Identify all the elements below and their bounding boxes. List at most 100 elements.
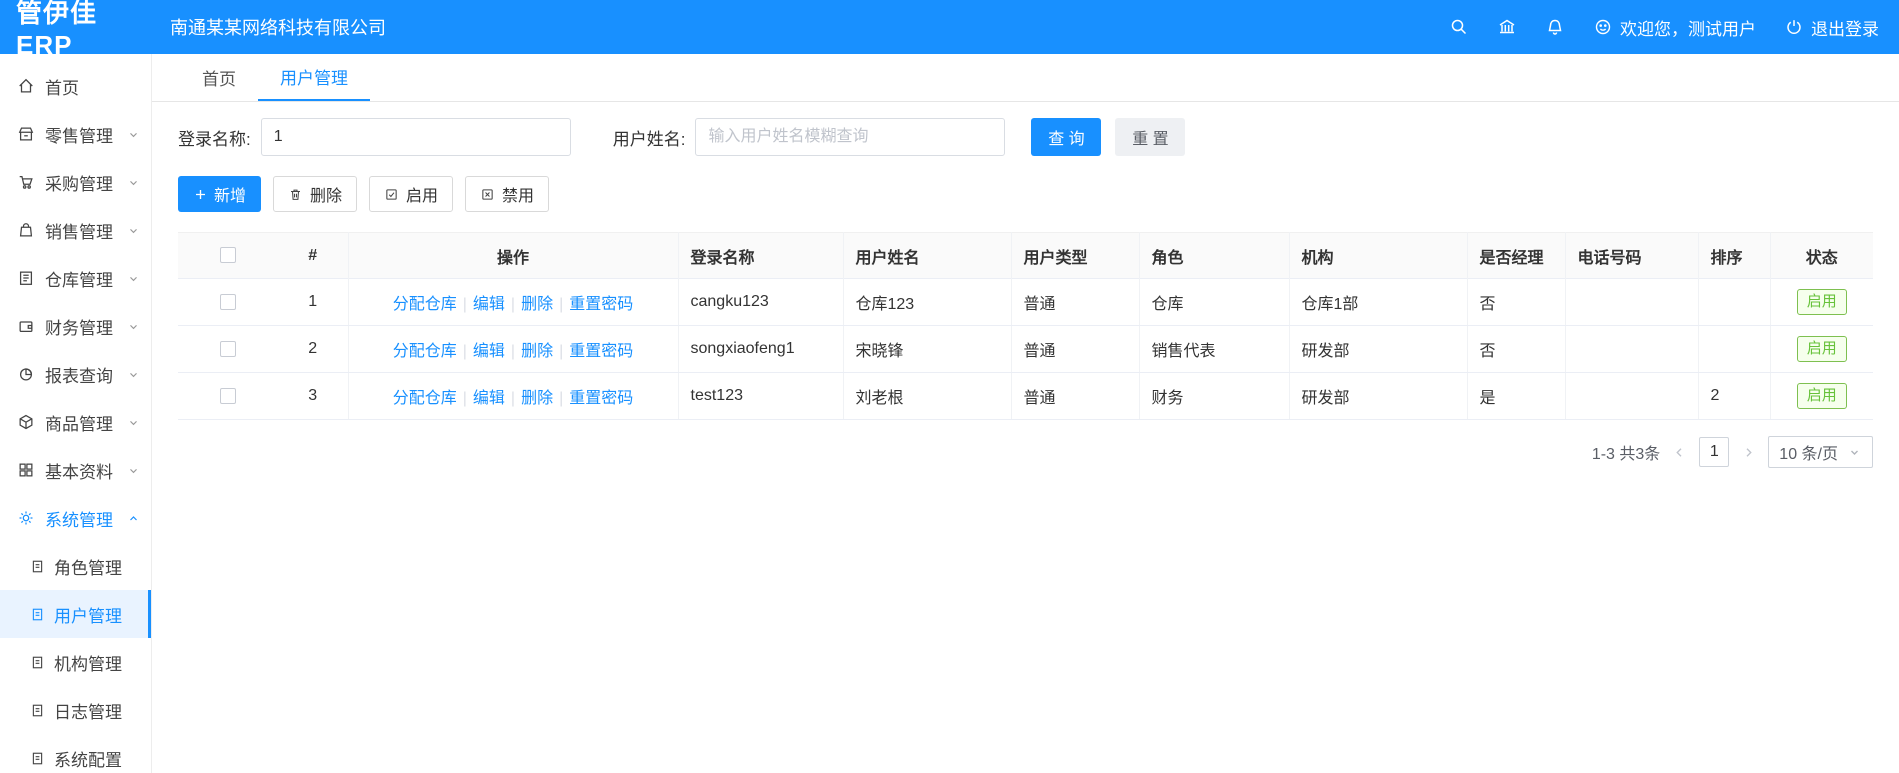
cell-login: songxiaofeng1 (677, 325, 843, 373)
cell-name: 宋晓锋 (842, 325, 1011, 373)
cell-type: 普通 (1010, 278, 1139, 326)
assign-warehouse-link[interactable]: 分配仓库 (393, 390, 457, 407)
reset-password-link[interactable]: 重置密码 (569, 390, 633, 407)
sidebar-item-sales[interactable]: 销售管理 (0, 206, 151, 254)
pagination-total: 1-3 共3条 (1591, 446, 1661, 463)
row-checkbox[interactable] (220, 340, 236, 357)
col-role: 角色 (1138, 232, 1289, 279)
col-org: 机构 (1288, 232, 1467, 279)
system-gear-icon (19, 511, 33, 525)
cell-sort (1697, 325, 1770, 373)
filter-row: 登录名称: 用户姓名: 查 询 重 置 (178, 118, 1873, 156)
disable-button[interactable]: 禁用 (465, 176, 550, 212)
welcome-user[interactable]: 欢迎您，测试用户 (1593, 15, 1756, 40)
user-name-input[interactable] (695, 118, 1006, 156)
plus-icon (196, 189, 205, 199)
col-index: # (278, 232, 348, 279)
document-icon (32, 560, 43, 572)
status-badge: 启用 (1796, 336, 1847, 362)
delete-link[interactable]: 删除 (521, 343, 553, 360)
main-area: 首页 用户管理 登录名称: 用户姓名: 查 询 重 置 新增 (152, 54, 1899, 773)
tab-user-management[interactable]: 用户管理 (258, 54, 370, 101)
users-table: # 操作 登录名称 用户姓名 用户类型 角色 机构 是否经理 电话号码 排序 状… (178, 232, 1873, 420)
cell-org: 研发部 (1288, 325, 1467, 373)
finance-icon (19, 321, 33, 333)
app-logo: 管伊佳ERP (16, 0, 98, 60)
table-row: 2 分配仓库 | 编辑 | 删除 | 重置密码 songxiaofeng1 宋晓锋 普通 销… (178, 325, 1873, 373)
sidebar-subitem-logs[interactable]: 日志管理 (0, 686, 151, 734)
page-number-button[interactable]: 1 (1699, 437, 1730, 467)
row-checkbox[interactable] (220, 293, 236, 310)
sidebar-subitem-users[interactable]: 用户管理 (0, 590, 151, 638)
sidebar-item-finance[interactable]: 财务管理 (0, 302, 151, 350)
search-icon[interactable] (1449, 17, 1469, 37)
add-button[interactable]: 新增 (178, 176, 262, 212)
delete-button[interactable]: 删除 (273, 176, 358, 212)
app-header: 管伊佳ERP 南通某某网络科技有限公司 欢迎您，测试用户 退出登录 (0, 0, 1899, 60)
report-icon (19, 368, 33, 381)
col-type: 用户类型 (1010, 232, 1139, 279)
cell-manager: 否 (1466, 278, 1565, 326)
delete-link[interactable]: 删除 (521, 390, 553, 407)
cell-org: 仓库1部 (1288, 278, 1467, 326)
reset-password-link[interactable]: 重置密码 (569, 343, 633, 360)
status-badge: 启用 (1796, 383, 1847, 409)
goods-icon (19, 414, 33, 430)
chevron-down-icon (130, 132, 137, 137)
document-icon (32, 656, 43, 668)
document-icon (32, 752, 43, 764)
col-name: 用户姓名 (842, 232, 1011, 279)
cell-type: 普通 (1010, 372, 1139, 420)
search-button[interactable]: 查 询 (1031, 118, 1102, 156)
edit-link[interactable]: 编辑 (473, 296, 505, 313)
cell-manager: 否 (1466, 325, 1565, 373)
col-manager: 是否经理 (1466, 232, 1565, 279)
select-all-checkbox[interactable] (220, 247, 236, 264)
cell-phone (1564, 372, 1698, 420)
chevron-down-icon (130, 420, 137, 425)
reset-button[interactable]: 重 置 (1115, 118, 1186, 156)
enable-button[interactable]: 启用 (369, 176, 454, 212)
trash-icon (291, 189, 301, 200)
prev-page-button[interactable] (1672, 445, 1687, 460)
reset-password-link[interactable]: 重置密码 (569, 296, 633, 313)
sidebar-subitem-orgs[interactable]: 机构管理 (0, 638, 151, 686)
page-size-select[interactable]: 10 条/页 (1768, 436, 1873, 468)
edit-link[interactable]: 编辑 (473, 343, 505, 360)
chevron-right-icon (1746, 447, 1753, 457)
logout-icon (1787, 20, 1801, 35)
sidebar-subitem-config[interactable]: 系统配置 (0, 734, 151, 773)
login-name-label: 登录名称: (178, 129, 251, 149)
user-smile-icon (1595, 19, 1611, 35)
edit-link[interactable]: 编辑 (473, 390, 505, 407)
sidebar-item-reports[interactable]: 报表查询 (0, 350, 151, 398)
logout-button[interactable]: 退出登录 (1784, 15, 1879, 40)
sidebar-item-retail[interactable]: 零售管理 (0, 110, 151, 158)
delete-link[interactable]: 删除 (521, 296, 553, 313)
sidebar-item-goods[interactable]: 商品管理 (0, 398, 151, 446)
col-status: 状态 (1769, 232, 1873, 279)
login-name-input[interactable] (260, 118, 571, 156)
logout-text: 退出登录 (1811, 19, 1879, 39)
document-icon (32, 608, 43, 620)
table-row: 3 分配仓库 | 编辑 | 删除 | 重置密码 test123 刘老根 普通 财务 研发部 … (178, 372, 1873, 420)
home-shortcut-icon[interactable] (1497, 17, 1517, 37)
chevron-down-icon (130, 180, 137, 185)
sidebar-subitem-roles[interactable]: 角色管理 (0, 542, 151, 590)
tab-home[interactable]: 首页 (180, 54, 258, 101)
assign-warehouse-link[interactable]: 分配仓库 (393, 343, 457, 360)
home-icon (19, 78, 33, 93)
pagination: 1-3 共3条 1 10 条/页 (178, 436, 1873, 468)
next-page-button[interactable] (1741, 445, 1756, 460)
sidebar-item-home[interactable]: 首页 (0, 62, 151, 110)
assign-warehouse-link[interactable]: 分配仓库 (393, 296, 457, 313)
notification-bell-icon[interactable] (1545, 17, 1565, 37)
cell-manager: 是 (1466, 372, 1565, 420)
sidebar-item-warehouse[interactable]: 仓库管理 (0, 254, 151, 302)
sidebar-item-basic-data[interactable]: 基本资料 (0, 446, 151, 494)
cell-sort: 2 (1697, 372, 1770, 420)
row-checkbox[interactable] (220, 387, 236, 404)
sidebar-item-purchase[interactable]: 采购管理 (0, 158, 151, 206)
header-actions: 欢迎您，测试用户 退出登录 (1449, 15, 1899, 40)
sidebar-item-system[interactable]: 系统管理 (0, 494, 151, 542)
